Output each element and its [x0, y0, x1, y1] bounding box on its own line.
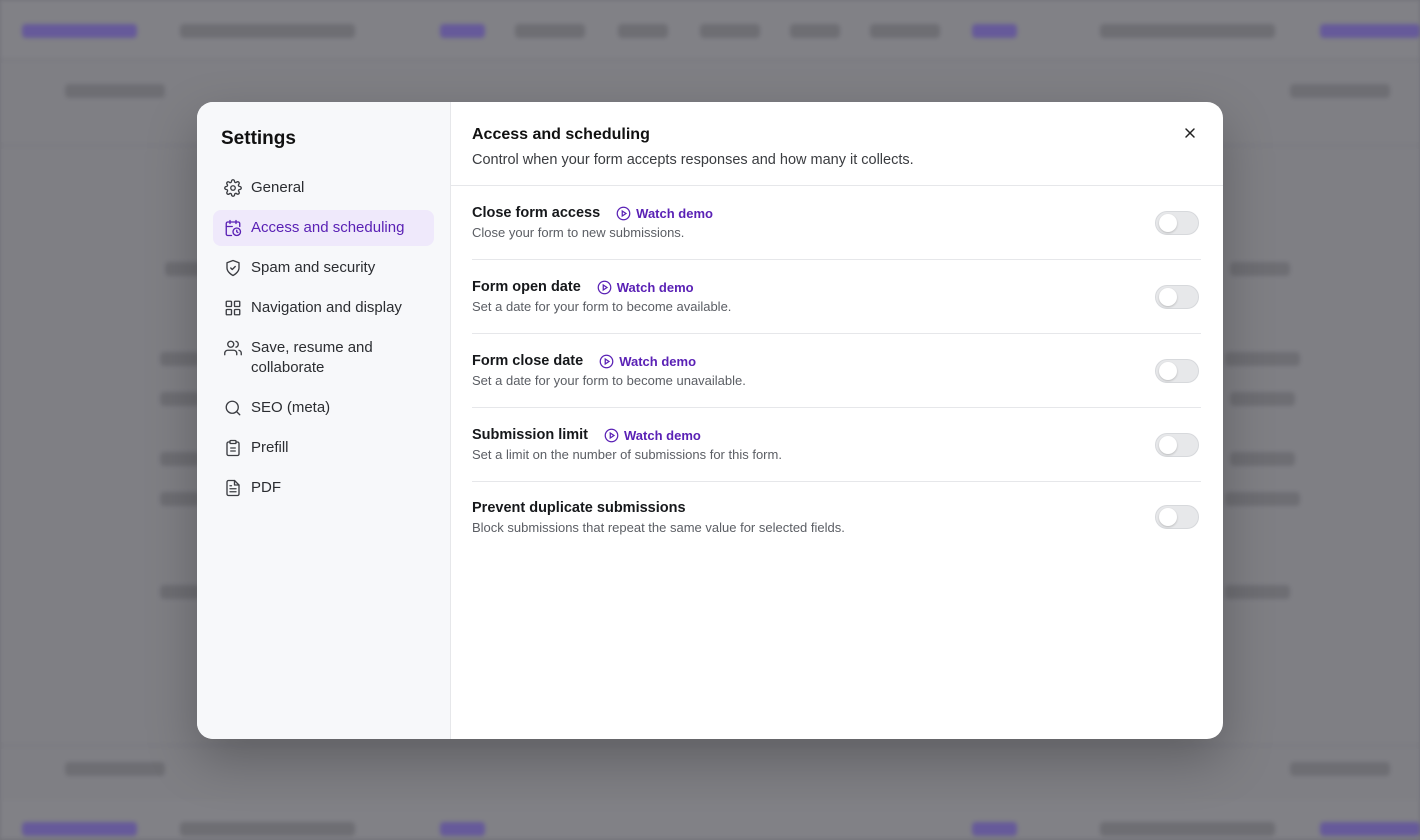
setting-form-close-date: Form close date Watch demo Set a date fo…: [472, 334, 1201, 408]
watch-demo-link[interactable]: Watch demo: [604, 428, 701, 443]
sidebar-item-save-resume-collaborate[interactable]: Save, resume and collaborate: [213, 330, 434, 386]
setting-label: Submission limit: [472, 427, 589, 443]
sidebar-item-label: SEO (meta): [251, 399, 331, 416]
setting-label: Form close date: [472, 353, 584, 369]
grid-icon: [223, 298, 243, 318]
sidebar-item-spam-and-security[interactable]: Spam and security: [213, 250, 434, 286]
play-circle-icon: [616, 206, 631, 220]
form-open-date-toggle[interactable]: [1155, 284, 1199, 309]
play-circle-icon: [604, 428, 619, 442]
setting-close-form-access: Close form access Watch demo Close your …: [472, 186, 1201, 260]
setting-label: Close form access: [472, 205, 601, 221]
watch-demo-label: Watch demo: [636, 205, 713, 221]
sidebar-item-label: Save, resume and collaborate: [251, 339, 373, 376]
sidebar-item-navigation-and-display[interactable]: Navigation and display: [213, 290, 434, 326]
setting-description: Set a date for your form to become unava…: [472, 373, 746, 388]
setting-description: Set a limit on the number of submissions…: [472, 447, 782, 462]
form-close-date-toggle[interactable]: [1155, 358, 1199, 383]
settings-modal: Settings General Access and scheduling S…: [197, 102, 1223, 739]
submission-limit-toggle[interactable]: [1155, 432, 1199, 457]
users-icon: [223, 338, 243, 358]
sidebar-item-general[interactable]: General: [213, 170, 434, 206]
prevent-duplicate-submissions-toggle[interactable]: [1155, 505, 1199, 529]
close-button[interactable]: [1177, 120, 1203, 146]
watch-demo-link[interactable]: Watch demo: [599, 354, 696, 369]
gear-icon: [223, 178, 243, 198]
settings-content: Access and scheduling Control when your …: [451, 102, 1223, 739]
file-text-icon: [223, 478, 243, 498]
settings-list: Close form access Watch demo Close your …: [451, 186, 1223, 552]
play-circle-icon: [597, 280, 612, 294]
page-subtitle: Control when your form accepts responses…: [472, 152, 914, 168]
watch-demo-label: Watch demo: [624, 427, 701, 443]
setting-label: Prevent duplicate submissions: [472, 499, 686, 516]
search-icon: [223, 398, 243, 418]
sidebar-item-seo-meta[interactable]: SEO (meta): [213, 390, 434, 426]
watch-demo-link[interactable]: Watch demo: [597, 280, 694, 295]
setting-description: Set a date for your form to become avail…: [472, 299, 732, 314]
sidebar-item-access-and-scheduling[interactable]: Access and scheduling: [213, 210, 434, 246]
watch-demo-link[interactable]: Watch demo: [616, 206, 713, 221]
settings-sidebar: Settings General Access and scheduling S…: [197, 102, 451, 739]
sidebar-item-label: PDF: [251, 479, 281, 496]
sidebar-item-prefill[interactable]: Prefill: [213, 430, 434, 466]
content-header: Access and scheduling Control when your …: [451, 102, 1223, 186]
setting-form-open-date: Form open date Watch demo Set a date for…: [472, 260, 1201, 334]
close-form-access-toggle[interactable]: [1155, 210, 1199, 235]
sidebar-item-pdf[interactable]: PDF: [213, 470, 434, 506]
page-title: Access and scheduling: [472, 126, 650, 143]
setting-description: Close your form to new submissions.: [472, 225, 685, 240]
setting-submission-limit: Submission limit Watch demo Set a limit …: [472, 408, 1201, 482]
shield-check-icon: [223, 258, 243, 278]
setting-label: Form open date: [472, 279, 581, 295]
setting-description: Block submissions that repeat the same v…: [472, 519, 845, 535]
play-circle-icon: [599, 354, 614, 368]
sidebar-title: Settings: [221, 128, 296, 149]
clipboard-icon: [223, 438, 243, 458]
sidebar-item-label: General: [251, 179, 305, 196]
close-icon: [1185, 128, 1195, 138]
calendar-clock-icon: [223, 218, 243, 238]
setting-prevent-duplicate-submissions: Prevent duplicate submissions Block subm…: [472, 482, 1201, 552]
watch-demo-label: Watch demo: [619, 353, 697, 369]
sidebar-item-label: Navigation and display: [251, 299, 402, 316]
sidebar-item-label: Prefill: [251, 439, 289, 456]
sidebar-item-label: Spam and security: [251, 259, 376, 276]
sidebar-item-label: Access and scheduling: [251, 219, 405, 236]
watch-demo-label: Watch demo: [616, 279, 694, 295]
